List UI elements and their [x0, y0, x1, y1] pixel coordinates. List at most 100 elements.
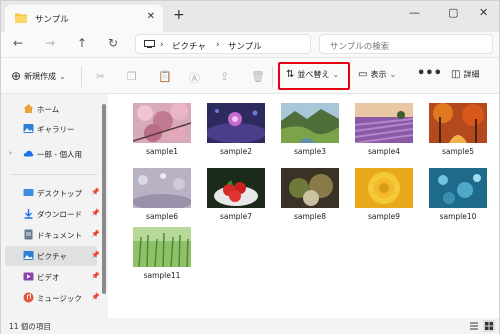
- plus-icon: ⊕: [11, 69, 22, 83]
- thumbnail-image: [355, 103, 413, 143]
- toolbar-divider: [272, 66, 273, 87]
- sidebar-item-pictures[interactable]: ピクチャ 📌: [5, 246, 100, 266]
- status-bar: 11 個の項目: [1, 318, 499, 334]
- sort-icon: ⇅: [286, 69, 295, 80]
- file-item[interactable]: sample11: [128, 222, 196, 280]
- copy-icon[interactable]: ❐: [127, 70, 137, 83]
- up-button[interactable]: ↑: [77, 36, 87, 50]
- sidebar-item-downloads[interactable]: ダウンロード 📌: [1, 204, 101, 224]
- details-view-icon[interactable]: [468, 320, 480, 332]
- chevron-down-icon: ⌄: [59, 71, 66, 81]
- sidebar-item-home[interactable]: ホーム: [1, 99, 101, 119]
- breadcrumb-sample[interactable]: サンプル: [228, 40, 262, 52]
- toolbar-divider: [81, 66, 82, 87]
- sidebar-item-documents[interactable]: ドキュメント 📌: [1, 225, 101, 245]
- file-name: sample9: [367, 212, 401, 221]
- address-bar[interactable]: › ピクチャ › サンプル: [135, 34, 311, 54]
- thumbnail-image: [355, 168, 413, 208]
- pin-icon[interactable]: 📌: [91, 272, 100, 280]
- sidebar-item-label: ホーム: [37, 105, 60, 114]
- tab-bar: サンプル ✕ + — ▢ ✕: [1, 1, 499, 32]
- file-name: sample10: [439, 212, 477, 221]
- new-button[interactable]: ⊕ 新規作成 ⌄: [11, 69, 66, 83]
- cloud-icon: [23, 150, 34, 157]
- sort-button[interactable]: ⇅ 並べ替え ⌄: [286, 69, 339, 80]
- thumbnail-image: [207, 168, 265, 208]
- sidebar-item-label: ドキュメント: [37, 231, 82, 240]
- tab-close-icon[interactable]: ✕: [147, 11, 155, 22]
- file-name: sample3: [293, 147, 327, 156]
- sidebar-item-label: デスクトップ: [37, 189, 82, 198]
- details-pane-icon: ◫: [451, 69, 461, 80]
- file-item[interactable]: sample7: [202, 163, 270, 221]
- sidebar-item-onedrive[interactable]: › 一郎 - 個人用: [1, 144, 101, 164]
- file-name: sample5: [441, 147, 475, 156]
- search-placeholder: サンプルの検索: [330, 42, 390, 52]
- file-item[interactable]: sample4: [350, 98, 418, 156]
- pin-icon[interactable]: 📌: [91, 209, 100, 217]
- delete-icon[interactable]: 🗑: [251, 70, 265, 83]
- address-separator: ›: [160, 40, 164, 50]
- thumbnail-image: [133, 227, 191, 267]
- music-icon: [23, 292, 34, 303]
- sidebar-item-label: ギャラリー: [37, 125, 75, 134]
- refresh-button[interactable]: ↻: [108, 36, 118, 50]
- large-icons-view-icon[interactable]: [483, 320, 495, 332]
- file-item[interactable]: sample2: [202, 98, 270, 156]
- file-name: sample1: [145, 147, 179, 156]
- cut-icon[interactable]: ✂: [96, 70, 105, 83]
- monitor-icon: [144, 40, 155, 48]
- paste-icon[interactable]: 📋: [158, 70, 172, 83]
- search-box[interactable]: サンプルの検索: [319, 34, 493, 54]
- rename-icon[interactable]: Ⓐ: [189, 70, 200, 86]
- maximize-button[interactable]: ▢: [448, 6, 458, 19]
- file-name: sample4: [367, 147, 401, 156]
- back-button[interactable]: ←: [13, 36, 23, 50]
- breadcrumb-pictures[interactable]: ピクチャ: [172, 40, 206, 52]
- navigation-pane: ホーム ギャラリー › 一郎 - 個人用 デスクトップ 📌 ダウンロード 📌 ド…: [1, 94, 107, 318]
- details-button[interactable]: ◫ 詳細: [451, 69, 479, 80]
- file-item[interactable]: sample1: [128, 98, 196, 156]
- minimize-button[interactable]: —: [409, 6, 420, 19]
- sidebar-item-label: ダウンロード: [37, 210, 82, 219]
- sidebar-item-videos[interactable]: ビデオ 📌: [1, 267, 101, 287]
- file-item[interactable]: sample8: [276, 163, 344, 221]
- gallery-icon: [23, 124, 34, 133]
- details-label: 詳細: [463, 70, 480, 79]
- sidebar-item-gallery[interactable]: ギャラリー: [1, 119, 101, 139]
- sidebar-item-label: ミュージック: [37, 294, 82, 303]
- sidebar-item-desktop[interactable]: デスクトップ 📌: [1, 183, 101, 203]
- pin-icon[interactable]: 📌: [91, 188, 100, 196]
- file-name: sample7: [219, 212, 253, 221]
- home-icon: [23, 104, 34, 113]
- pin-icon[interactable]: 📌: [91, 230, 100, 238]
- more-options-button[interactable]: •••: [417, 66, 442, 81]
- view-label: 表示: [370, 70, 387, 79]
- documents-icon: [24, 229, 33, 240]
- sidebar-divider: [11, 174, 97, 175]
- file-item[interactable]: sample9: [350, 163, 418, 221]
- thumbnail-image: [429, 103, 487, 143]
- pin-icon[interactable]: 📌: [91, 293, 100, 301]
- chevron-right-icon[interactable]: ›: [9, 149, 12, 157]
- close-window-button[interactable]: ✕: [479, 6, 488, 19]
- forward-button[interactable]: →: [45, 36, 55, 50]
- sidebar-item-label: ピクチャ: [37, 252, 67, 261]
- thumbnail-image: [281, 103, 339, 143]
- share-icon[interactable]: ⇪: [220, 70, 229, 83]
- file-item[interactable]: sample3: [276, 98, 344, 156]
- sidebar-item-music[interactable]: ミュージック 📌: [1, 288, 101, 308]
- file-item[interactable]: sample5: [424, 98, 492, 156]
- address-separator: ›: [216, 40, 220, 50]
- view-button[interactable]: ▭ 表示 ⌄: [358, 69, 396, 80]
- file-list-view: sample1 sample2 sample3 sample4 sample5 …: [108, 94, 499, 318]
- sidebar-scrollbar[interactable]: [102, 104, 106, 294]
- file-item[interactable]: sample6: [128, 163, 196, 221]
- file-item[interactable]: sample10: [424, 163, 492, 221]
- new-tab-button[interactable]: +: [173, 7, 185, 23]
- pin-icon[interactable]: 📌: [91, 251, 100, 259]
- file-name: sample2: [219, 147, 253, 156]
- sort-label: 並べ替え: [297, 70, 330, 79]
- tab-sample[interactable]: サンプル ✕: [5, 5, 163, 32]
- pictures-icon: [23, 251, 34, 260]
